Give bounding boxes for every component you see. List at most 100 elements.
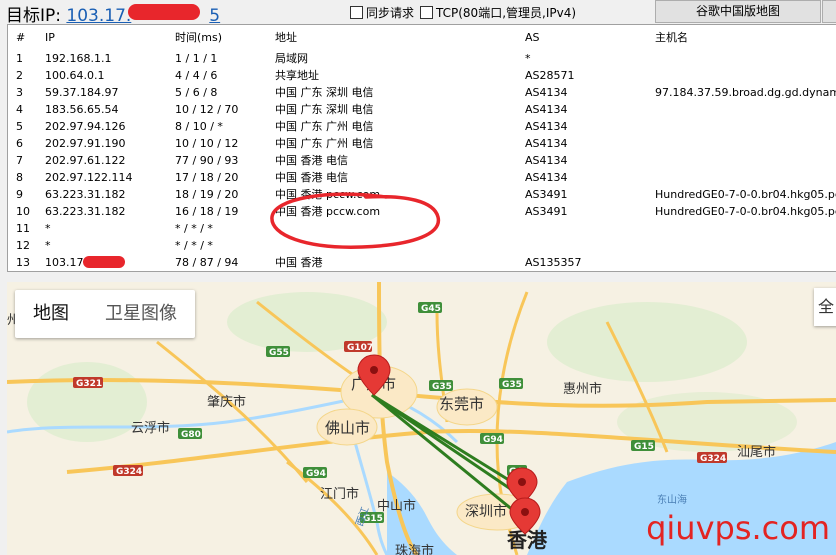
cell-time: 8 / 10 / *: [175, 120, 223, 133]
cell-time: 10 / 10 / 12: [175, 137, 239, 150]
col-header-as[interactable]: AS: [525, 29, 540, 46]
label-jiangmen: 江门市: [320, 486, 359, 502]
checkbox-box[interactable]: [420, 6, 433, 19]
cell-ip: 202.97.94.126: [45, 120, 126, 133]
road-g35-a: G35: [432, 382, 452, 392]
cell-time: 16 / 18 / 19: [175, 205, 239, 218]
sync-request-checkbox[interactable]: 同步请求: [350, 4, 414, 21]
checkbox-box[interactable]: [350, 6, 363, 19]
target-ip-suffix: 5: [209, 6, 221, 26]
table-row[interactable]: 2 100.64.0.1 4 / 4 / 6 共享地址 AS28571: [8, 67, 836, 84]
road-g321: G321: [76, 379, 102, 389]
road-g15-a: G15: [634, 442, 654, 452]
cell-ip: 103.17.: [45, 256, 87, 269]
cell-as: AS135357: [525, 256, 582, 269]
tcp-label: TCP(80端口,管理员,IPv4): [436, 6, 577, 20]
table-row[interactable]: 8 202.97.122.114 17 / 18 / 20 中国 香港 电信 AS413…: [8, 169, 836, 186]
cell-n: 12: [16, 239, 30, 252]
cell-host: 97.184.37.59.broad.dg.gd.dynamic...: [655, 86, 836, 99]
redaction-scribble: [128, 4, 200, 20]
cell-ip: 202.97.61.122: [45, 154, 126, 167]
cell-time: * / * / *: [175, 222, 213, 235]
col-header-time[interactable]: 时间(ms): [175, 29, 222, 46]
cell-ip: 183.56.65.54: [45, 103, 119, 116]
cell-time: 18 / 19 / 20: [175, 188, 239, 201]
table-row[interactable]: 3 59.37.184.97 5 / 6 / 8 中国 广东 深圳 电信 AS4134 9…: [8, 84, 836, 101]
cell-addr: 中国 广东 深圳 电信: [275, 86, 374, 99]
sync-label: 同步请求: [366, 6, 415, 20]
road-g324-b: G324: [700, 454, 726, 464]
cell-ip: 63.223.31.182: [45, 188, 126, 201]
cell-as: AS28571: [525, 69, 575, 82]
table-row[interactable]: 6 202.97.91.190 10 / 10 / 12 中国 广东 广州 电信 AS4…: [8, 135, 836, 152]
redaction-scribble: [83, 256, 125, 268]
cell-addr: 共享地址: [275, 69, 319, 82]
fullscreen-button[interactable]: 全: [814, 288, 836, 326]
label-zhongshan: 中山市: [377, 498, 416, 514]
cell-as: AS4134: [525, 120, 568, 133]
trace-table: # IP 时间(ms) 地址 AS 主机名 1 192.168.1.1 1 / 1 …: [7, 24, 836, 272]
target-label-text: 目标IP:: [6, 6, 61, 26]
extra-button[interactable]: [822, 0, 836, 23]
cell-n: 2: [16, 69, 23, 82]
cell-time: * / * / *: [175, 239, 213, 252]
target-ip-value: 103.17.: [66, 6, 132, 26]
cell-ip: 63.223.31.182: [45, 205, 126, 218]
label-shenzhen: 深圳市: [465, 503, 507, 520]
road-g45: G45: [421, 304, 441, 314]
cell-time: 10 / 12 / 70: [175, 103, 239, 116]
road-g55: G55: [269, 348, 289, 358]
route-map[interactable]: G45 G107 G55 G321 G35 G35 G80 G94 G15 G3…: [7, 282, 836, 555]
map-type-tabs: 地图 卫星图像: [15, 290, 195, 338]
table-row[interactable]: 1 192.168.1.1 1 / 1 / 1 局域网 *: [8, 50, 836, 67]
red-highlight-circle: [270, 192, 441, 249]
cell-host: HundredGE0-7-0-0.br04.hkg05.pcc...: [655, 188, 836, 201]
cell-addr: 中国 广东 广州 电信: [275, 137, 374, 150]
label-xijiang: 西江: [354, 505, 372, 528]
cell-ip: 192.168.1.1: [45, 52, 112, 65]
cell-host: HundredGE0-7-0-0.br04.hkg05.pcc...: [655, 205, 836, 218]
cell-as: *: [525, 52, 531, 65]
cell-n: 11: [16, 222, 30, 235]
col-header-hostname[interactable]: 主机名: [655, 29, 688, 46]
tab-satellite[interactable]: 卫星图像: [105, 290, 177, 338]
col-header-num[interactable]: #: [16, 29, 25, 46]
tcp-checkbox[interactable]: TCP(80端口,管理员,IPv4): [420, 4, 576, 21]
google-map-button[interactable]: 谷歌中国版地图: [655, 0, 821, 23]
cell-time: 77 / 90 / 93: [175, 154, 239, 167]
table-row[interactable]: 4 183.56.65.54 10 / 12 / 70 中国 广东 深圳 电信 AS41…: [8, 101, 836, 118]
label-huizhou: 惠州市: [563, 381, 602, 397]
table-row[interactable]: 7 202.97.61.122 77 / 90 / 93 中国 香港 电信 AS4134: [8, 152, 836, 169]
label-dongshan: 东山海: [657, 493, 687, 506]
cell-ip: *: [45, 239, 51, 252]
table-row[interactable]: 13 103.17. 78 / 87 / 94 中国 香港 AS135357: [8, 254, 836, 271]
label-foshan: 佛山市: [325, 419, 370, 437]
label-zhaoqing: 肇庆市: [207, 394, 246, 410]
cell-ip: 59.37.184.97: [45, 86, 119, 99]
table-row[interactable]: 5 202.97.94.126 8 / 10 / * 中国 广东 广州 电信 AS413…: [8, 118, 836, 135]
cell-as: AS4134: [525, 171, 568, 184]
cell-as: AS3491: [525, 205, 568, 218]
top-bar: 目标IP: 103.17. 5 同步请求 TCP(80端口,管理员,IPv4) 谷…: [0, 0, 836, 26]
tab-map[interactable]: 地图: [33, 290, 69, 338]
label-dongguan: 东莞市: [439, 395, 484, 413]
cell-n: 9: [16, 188, 23, 201]
label-zhuhai: 珠海市: [395, 543, 434, 555]
label-yunfu: 云浮市: [131, 420, 170, 436]
road-g107: G107: [347, 343, 373, 353]
road-g80: G80: [181, 430, 201, 440]
cell-addr: 中国 香港 电信: [275, 171, 348, 184]
cell-as: AS4134: [525, 86, 568, 99]
cell-addr: 中国 广东 深圳 电信: [275, 103, 374, 116]
cell-addr: 中国 香港 电信: [275, 154, 348, 167]
cell-n: 4: [16, 103, 23, 116]
cell-time: 4 / 4 / 6: [175, 69, 218, 82]
col-header-address[interactable]: 地址: [275, 29, 297, 46]
cell-n: 5: [16, 120, 23, 133]
cell-as: AS4134: [525, 154, 568, 167]
cell-n: 1: [16, 52, 23, 65]
cell-n: 3: [16, 86, 23, 99]
col-header-ip[interactable]: IP: [45, 29, 55, 46]
cell-addr: 中国 广东 广州 电信: [275, 120, 374, 133]
cell-ip: 100.64.0.1: [45, 69, 105, 82]
